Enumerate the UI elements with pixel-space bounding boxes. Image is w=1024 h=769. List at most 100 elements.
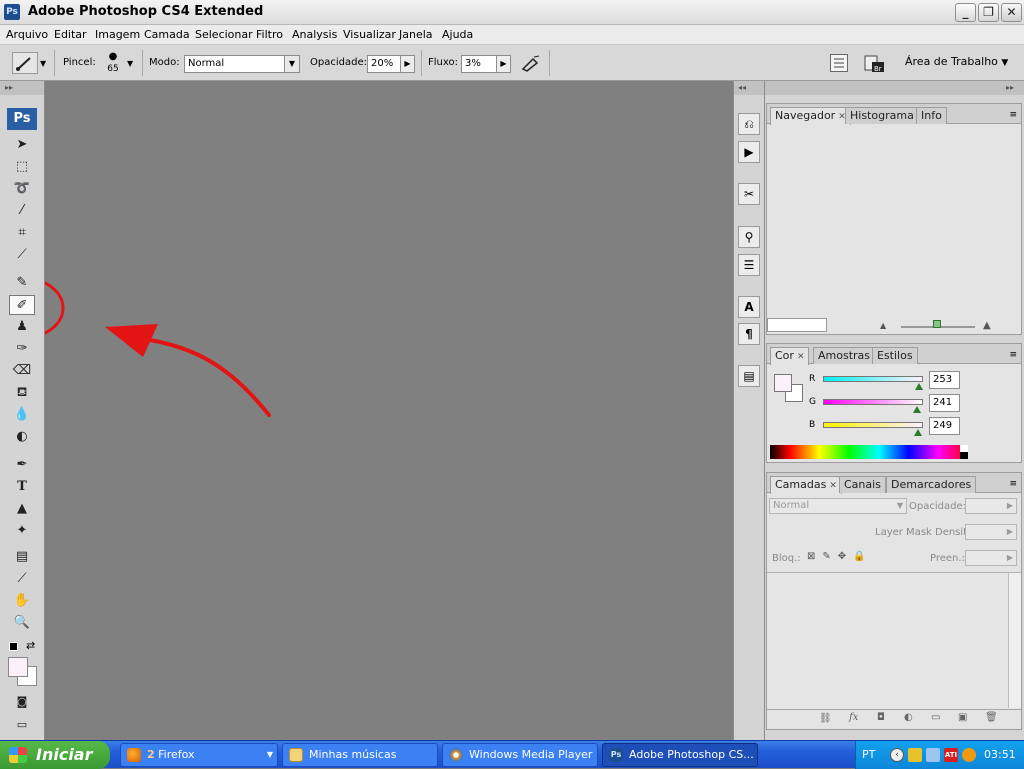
brush-preview-icon[interactable]: ● xyxy=(106,51,120,62)
green-slider-thumb[interactable] xyxy=(913,406,921,413)
color-spectrum-bar[interactable] xyxy=(770,445,968,459)
path-selection-tool-icon[interactable]: ▲ xyxy=(9,499,35,519)
clone-source-icon[interactable]: ⚲ xyxy=(738,226,760,248)
mask-density-input[interactable]: ▶ xyxy=(965,524,1017,540)
new-layer-icon[interactable]: ▣ xyxy=(958,712,967,723)
blue-value-input[interactable]: 249 xyxy=(929,417,960,435)
taskbar-windows-media-player[interactable]: Windows Media Player xyxy=(442,743,598,767)
workspace-menu[interactable]: Área de Trabalho ▼ xyxy=(905,55,1008,68)
green-value-input[interactable]: 241 xyxy=(929,394,960,412)
tab-demarcadores[interactable]: Demarcadores xyxy=(886,476,977,493)
actions-panel-icon[interactable]: ▶ xyxy=(738,141,760,163)
close-button[interactable]: ✕ xyxy=(1001,3,1022,22)
crop-tool-icon[interactable]: ⌗ xyxy=(9,223,35,243)
zoom-tool-icon[interactable]: 🔍 xyxy=(9,613,35,633)
blend-mode-dropdown[interactable]: Normal ▼ xyxy=(769,498,907,514)
menu-filtro[interactable]: Filtro xyxy=(256,28,283,41)
menu-editar[interactable]: Editar xyxy=(54,28,87,41)
zoom-out-icon[interactable]: ▲ xyxy=(880,321,886,330)
menu-visualizar[interactable]: Visualizar xyxy=(343,28,396,41)
preset-dropdown-arrow[interactable]: ▼ xyxy=(40,59,46,68)
restore-button[interactable]: ❐ xyxy=(978,3,999,22)
green-slider[interactable] xyxy=(823,399,923,405)
magic-wand-tool-icon[interactable]: ⁄ xyxy=(9,201,35,221)
palette-well-icon[interactable] xyxy=(830,54,848,72)
pen-tool-icon[interactable]: ✒ xyxy=(9,455,35,475)
move-tool-icon[interactable]: ➤ xyxy=(9,135,35,155)
healing-brush-tool-icon[interactable]: ✎ xyxy=(9,273,35,293)
taskbar-minhas-musicas[interactable]: Minhas músicas xyxy=(282,743,438,767)
layers-scrollbar[interactable] xyxy=(1008,573,1021,708)
brush-tool-icon[interactable]: ✐ xyxy=(9,295,35,315)
minimize-button[interactable]: _ xyxy=(955,3,976,22)
lock-icons[interactable]: ⊠✎✥🔒 xyxy=(807,551,873,562)
eyedropper-tool-icon[interactable]: ⟋ xyxy=(9,245,35,265)
bridge-icon[interactable]: Br xyxy=(862,53,888,75)
zoom-in-icon[interactable]: ▲ xyxy=(983,320,991,331)
menu-janela[interactable]: Janela xyxy=(399,28,433,41)
lasso-tool-icon[interactable]: ➰ xyxy=(9,179,35,199)
tab-canais[interactable]: Canais xyxy=(839,476,886,493)
menu-imagem[interactable]: Imagem xyxy=(95,28,140,41)
history-brush-tool-icon[interactable]: ✑ xyxy=(9,339,35,359)
airbrush-icon[interactable] xyxy=(520,53,542,73)
notes-tool-icon[interactable]: ▤ xyxy=(9,547,35,567)
menu-analysis[interactable]: Analysis xyxy=(292,28,337,41)
blue-slider-thumb[interactable] xyxy=(914,429,922,436)
adjustment-layer-icon[interactable]: ◐ xyxy=(904,712,913,723)
paragraph-panel-icon[interactable]: ¶ xyxy=(738,323,760,345)
flow-slider-button[interactable]: ▶ xyxy=(496,55,511,73)
panel-menu-icon[interactable]: ≡ xyxy=(1009,479,1017,489)
security-shield-icon[interactable] xyxy=(908,748,922,762)
network-icon[interactable] xyxy=(926,748,940,762)
mode-dropdown[interactable]: Normal ▼ xyxy=(184,55,300,73)
fill-input[interactable]: ▶ xyxy=(965,550,1017,566)
dodge-tool-icon[interactable]: ◐ xyxy=(9,427,35,447)
tray-collapse-icon[interactable]: ‹ xyxy=(890,748,904,762)
link-layers-icon[interactable]: ⛓ xyxy=(819,713,832,724)
new-group-icon[interactable]: ▭ xyxy=(931,712,940,723)
taskbar-firefox[interactable]: 2 Firefox ▼ xyxy=(120,743,278,767)
custom-shape-tool-icon[interactable]: ✦ xyxy=(9,521,35,541)
menu-selecionar[interactable]: Selecionar xyxy=(195,28,253,41)
swap-colors-icon[interactable]: ⇄ xyxy=(26,639,35,652)
default-colors-icon[interactable] xyxy=(9,642,18,651)
taskbar-photoshop[interactable]: Ps Adobe Photoshop CS... xyxy=(602,743,758,767)
layer-opacity-input[interactable]: ▶ xyxy=(965,498,1017,514)
language-indicator[interactable]: PT xyxy=(862,748,875,761)
tab-navegador[interactable]: Navegador ✕ xyxy=(770,107,851,125)
flow-input[interactable]: 3% xyxy=(461,55,497,73)
screen-mode-icon[interactable]: ▭ xyxy=(9,715,35,735)
marquee-tool-icon[interactable]: ⬚ xyxy=(9,157,35,177)
blue-slider[interactable] xyxy=(823,422,923,428)
tab-estilos[interactable]: Estilos xyxy=(872,347,918,364)
hand-tool-icon[interactable]: ✋ xyxy=(9,591,35,611)
zoom-value-field[interactable] xyxy=(767,318,827,332)
character-panel-icon[interactable]: A xyxy=(738,296,760,318)
red-slider[interactable] xyxy=(823,376,923,382)
red-slider-thumb[interactable] xyxy=(915,383,923,390)
tab-cor[interactable]: Cor ✕ xyxy=(770,347,810,365)
type-tool-icon[interactable]: T xyxy=(9,477,35,497)
start-button[interactable]: Iniciar xyxy=(0,741,110,769)
layer-comps-icon[interactable]: ☰ xyxy=(738,254,760,276)
layers-list[interactable] xyxy=(767,573,1008,708)
layer-style-icon[interactable]: fx xyxy=(849,712,858,723)
menu-arquivo[interactable]: Arquivo xyxy=(6,28,48,41)
tool-presets-icon[interactable]: ✂ xyxy=(738,183,760,205)
eraser-tool-icon[interactable]: ⌫ xyxy=(9,361,35,381)
tab-amostras[interactable]: Amostras xyxy=(813,347,876,364)
foreground-color-box[interactable] xyxy=(774,374,792,392)
update-icon[interactable] xyxy=(962,748,976,762)
foreground-color-swatch[interactable] xyxy=(8,657,28,677)
tab-info[interactable]: Info xyxy=(916,107,947,124)
clone-stamp-tool-icon[interactable]: ♟ xyxy=(9,317,35,337)
menu-camada[interactable]: Camada xyxy=(144,28,190,41)
opacity-input[interactable]: 20% xyxy=(367,55,401,73)
quick-mask-icon[interactable]: ◙ xyxy=(9,692,35,712)
blur-tool-icon[interactable]: 💧 xyxy=(9,405,35,425)
red-value-input[interactable]: 253 xyxy=(929,371,960,389)
title-bar[interactable]: Ps Adobe Photoshop CS4 Extended _ ❐ ✕ xyxy=(0,0,1024,25)
opacity-slider-button[interactable]: ▶ xyxy=(400,55,415,73)
notes-panel-icon[interactable]: ▤ xyxy=(738,365,760,387)
